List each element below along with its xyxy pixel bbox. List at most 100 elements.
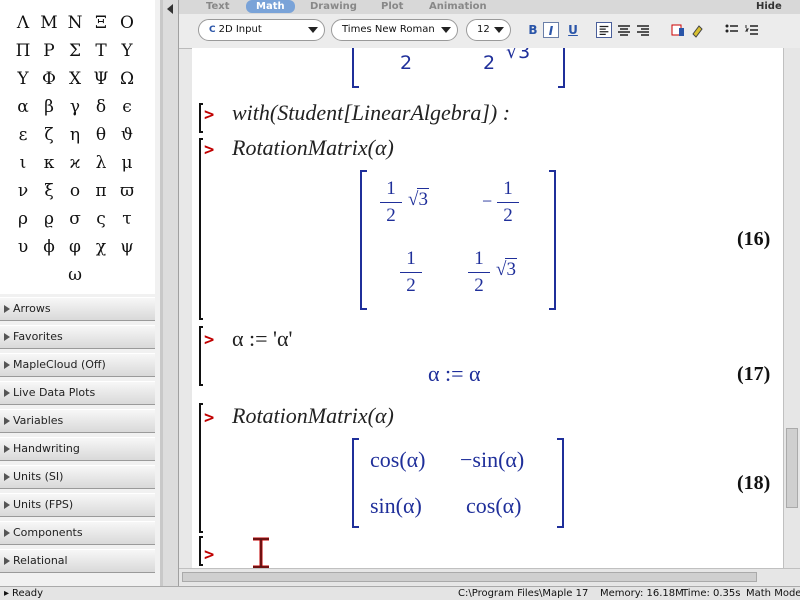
greek-symbol[interactable]: ϖ xyxy=(114,178,140,204)
input-rotation-matrix[interactable]: RotationMatrix(α) xyxy=(232,403,394,429)
greek-symbol[interactable]: ϱ xyxy=(36,206,62,232)
fraction: 12 xyxy=(468,248,490,297)
align-center-icon[interactable] xyxy=(616,22,632,38)
greek-symbol[interactable]: μ xyxy=(114,150,140,176)
worksheet-horizontal-scrollbar[interactable] xyxy=(179,568,800,585)
greek-symbol[interactable]: Μ xyxy=(36,10,62,36)
status-time: Time: 0.35s xyxy=(682,588,741,599)
palette-category[interactable]: Favorites xyxy=(0,325,155,349)
palette-category[interactable]: Live Data Plots xyxy=(0,381,155,405)
greek-symbol[interactable]: η xyxy=(62,122,88,148)
underline-button[interactable]: U xyxy=(565,22,581,38)
greek-symbol[interactable]: Σ xyxy=(62,38,88,64)
greek-symbol[interactable]: ι xyxy=(10,150,36,176)
greek-symbol[interactable]: Φ xyxy=(36,66,62,92)
input-rotation-matrix[interactable]: RotationMatrix(α) xyxy=(232,135,394,161)
scrollbar-thumb[interactable] xyxy=(786,428,798,508)
greek-symbol[interactable]: Τ xyxy=(88,38,114,64)
palette-category[interactable]: Variables xyxy=(0,409,155,433)
align-left-icon[interactable] xyxy=(596,22,612,38)
greek-symbol[interactable]: β xyxy=(36,94,62,120)
expand-arrow-icon xyxy=(4,361,10,369)
execution-group-bracket[interactable] xyxy=(199,103,203,133)
palette-category[interactable]: Relational xyxy=(0,549,155,573)
palette-collapse-handle[interactable] xyxy=(163,0,179,586)
palette-category[interactable]: MapleCloud (Off) xyxy=(0,353,155,377)
greek-symbol[interactable]: δ xyxy=(88,94,114,120)
greek-symbol[interactable]: ο xyxy=(62,178,88,204)
bullet-list-icon[interactable] xyxy=(724,22,740,38)
palette-category[interactable]: Units (SI) xyxy=(0,465,155,489)
equation-label-17[interactable]: (17) xyxy=(737,363,770,386)
tab-drawing[interactable]: Drawing xyxy=(310,0,357,13)
greek-symbol[interactable]: τ xyxy=(114,206,140,232)
palette-category[interactable]: Components xyxy=(0,521,155,545)
collapse-arrow-icon[interactable] xyxy=(167,4,173,14)
greek-symbol[interactable]: θ xyxy=(88,122,114,148)
greek-symbol[interactable]: λ xyxy=(88,150,114,176)
greek-symbol[interactable]: α xyxy=(10,94,36,120)
palette-category[interactable]: Handwriting xyxy=(0,437,155,461)
greek-symbol[interactable]: Ο xyxy=(114,10,140,36)
highlight-color-icon[interactable] xyxy=(690,22,706,38)
tab-text[interactable]: Text xyxy=(206,0,230,13)
scrollbar-thumb[interactable] xyxy=(182,572,757,582)
palette-category[interactable]: Arrows xyxy=(0,297,155,321)
greek-symbol[interactable]: Ω xyxy=(114,66,140,92)
status-path: C:\Program Files\Maple 17 xyxy=(458,588,589,599)
greek-symbol[interactable]: ς xyxy=(88,206,114,232)
greek-symbol[interactable]: σ xyxy=(62,206,88,232)
fraction: 2 xyxy=(395,52,417,74)
bold-button[interactable]: B xyxy=(525,22,541,38)
tab-math[interactable]: Math xyxy=(246,0,295,13)
numbered-list-icon[interactable] xyxy=(744,22,760,38)
greek-symbol[interactable]: ν xyxy=(10,178,36,204)
greek-symbol[interactable]: ϵ xyxy=(114,94,140,120)
worksheet-vertical-scrollbar[interactable] xyxy=(783,48,800,568)
input-unassign-alpha[interactable]: α := 'α' xyxy=(232,326,293,352)
execution-group-bracket[interactable] xyxy=(199,536,203,566)
greek-symbol[interactable]: Ψ xyxy=(88,66,114,92)
greek-symbol[interactable]: Ξ xyxy=(88,10,114,36)
greek-symbol[interactable]: Υ xyxy=(114,38,140,64)
italic-button[interactable]: I xyxy=(543,22,559,38)
greek-symbol[interactable]: Χ xyxy=(62,66,88,92)
tab-plot[interactable]: Plot xyxy=(381,0,403,13)
greek-symbol[interactable]: ϰ xyxy=(62,150,88,176)
greek-symbol[interactable]: Ρ xyxy=(36,38,62,64)
greek-symbol[interactable]: ζ xyxy=(36,122,62,148)
greek-symbol[interactable]: ϑ xyxy=(114,122,140,148)
greek-symbol[interactable]: ξ xyxy=(36,178,62,204)
character-style-icon[interactable] xyxy=(670,22,686,38)
greek-symbol[interactable]: ϕ xyxy=(36,234,62,260)
greek-symbol[interactable]: φ xyxy=(62,234,88,260)
input-with-student-linearalgebra[interactable]: with(Student[LinearAlgebra]) : xyxy=(232,100,510,126)
greek-symbol[interactable]: Υ xyxy=(10,66,36,92)
input-mode-select[interactable]: C 2D Input xyxy=(198,19,325,41)
hide-toolbar-link[interactable]: Hide xyxy=(756,0,782,13)
font-family-select[interactable]: Times New Roman xyxy=(331,19,458,41)
greek-symbol[interactable]: Λ xyxy=(10,10,36,36)
execution-group-bracket[interactable] xyxy=(199,138,203,320)
greek-symbol[interactable]: ε xyxy=(10,122,36,148)
greek-symbol[interactable]: ψ xyxy=(114,234,140,260)
greek-symbol[interactable]: γ xyxy=(62,94,88,120)
greek-symbol[interactable]: υ xyxy=(10,234,36,260)
greek-symbol[interactable]: ω xyxy=(62,262,88,288)
status-ready: Ready xyxy=(12,588,44,599)
greek-symbol[interactable]: ρ xyxy=(10,206,36,232)
align-right-icon[interactable] xyxy=(635,22,651,38)
greek-symbol[interactable]: κ xyxy=(36,150,62,176)
font-size-select[interactable]: 12 xyxy=(466,19,511,41)
execution-group-bracket[interactable] xyxy=(199,403,203,533)
tab-animation[interactable]: Animation xyxy=(429,0,487,13)
greek-symbol[interactable]: Ν xyxy=(62,10,88,36)
worksheet[interactable]: 2 2 √3 > with(Student[LinearAlgebra]) : … xyxy=(192,48,783,568)
greek-symbol[interactable]: χ xyxy=(88,234,114,260)
equation-label-18[interactable]: (18) xyxy=(737,472,770,495)
greek-symbol[interactable]: π xyxy=(88,178,114,204)
execution-group-bracket[interactable] xyxy=(199,326,203,386)
greek-symbol[interactable]: Π xyxy=(10,38,36,64)
equation-label-16[interactable]: (16) xyxy=(737,228,770,251)
palette-category[interactable]: Units (FPS) xyxy=(0,493,155,517)
